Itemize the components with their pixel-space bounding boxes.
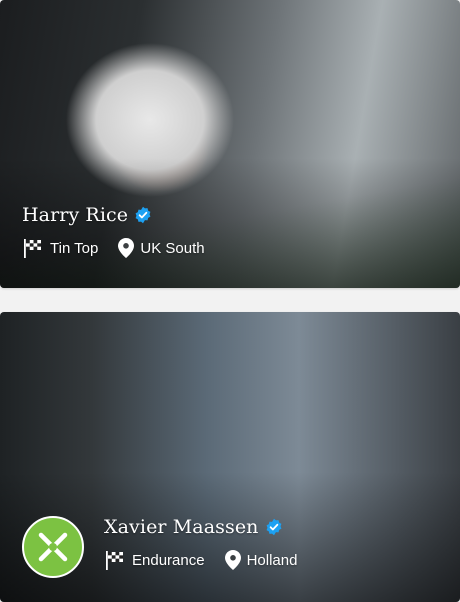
driver-name-row: Xavier Maassen: [104, 516, 283, 538]
driver-meta: Tin Top UK South: [22, 237, 225, 259]
verified-check-icon: [266, 518, 281, 536]
location-label: UK South: [140, 239, 205, 257]
category: Endurance: [104, 549, 205, 571]
verified-check-icon: [135, 206, 151, 224]
category-label: Endurance: [132, 551, 205, 569]
map-pin-icon: [118, 238, 135, 258]
category: Tin Top: [22, 237, 98, 259]
checkered-flag-icon: [106, 551, 123, 570]
checkered-flag-icon: [24, 239, 41, 258]
driver-name[interactable]: Xavier Maassen: [104, 516, 259, 538]
map-pin-icon: [224, 550, 241, 570]
category-label: Tin Top: [50, 239, 99, 257]
location-label: Holland: [246, 551, 298, 569]
driver-card-harry-rice[interactable]: Harry Rice Tin Top UK South: [0, 0, 460, 288]
driver-name-row: Harry Rice: [22, 204, 152, 226]
crossed-logo-icon: [38, 532, 68, 562]
driver-name[interactable]: Harry Rice: [22, 204, 128, 226]
team-avatar[interactable]: [22, 516, 84, 578]
location: Holland: [224, 550, 298, 570]
driver-meta: Endurance Holland: [104, 549, 317, 571]
location: UK South: [118, 238, 205, 258]
